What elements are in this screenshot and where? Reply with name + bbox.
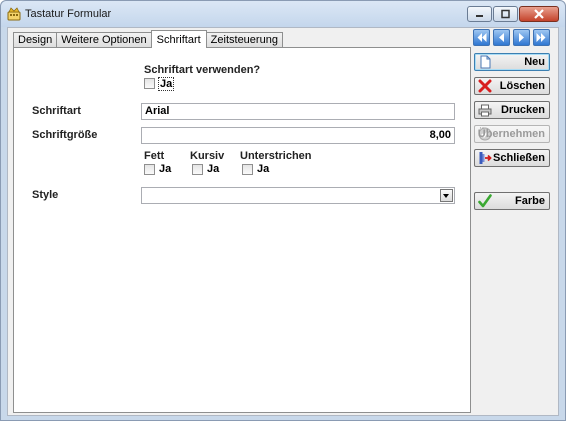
font-input[interactable]: Arial <box>141 103 455 120</box>
next-record-button[interactable] <box>513 29 530 46</box>
window-controls <box>466 6 559 22</box>
apply-button-label: Übernehmen <box>477 128 545 140</box>
color-button[interactable]: Farbe <box>474 192 550 210</box>
new-button-label: Neu <box>524 56 545 68</box>
printer-icon <box>478 104 492 117</box>
bold-check-label[interactable]: Ja <box>159 163 171 175</box>
print-button-label: Drucken <box>500 104 545 116</box>
last-record-button[interactable] <box>533 29 550 46</box>
apply-button[interactable]: Übernehmen <box>474 125 550 143</box>
app-window: Tastatur Formular Design Weitere Optione… <box>0 0 566 421</box>
previous-record-button[interactable] <box>493 29 510 46</box>
exit-door-icon <box>479 152 492 164</box>
style-select[interactable] <box>141 187 455 204</box>
next-record-icon <box>519 33 524 42</box>
close-icon <box>534 9 544 19</box>
print-button[interactable]: Drucken <box>474 101 550 119</box>
minimize-button[interactable] <box>467 6 492 22</box>
new-document-icon <box>480 55 491 69</box>
style-label: Style <box>32 189 59 201</box>
tab-panel: Schriftart verwenden? Ja Schriftart Aria… <box>13 47 471 413</box>
close-window-button[interactable] <box>519 6 559 22</box>
tab-schriftart[interactable]: Schriftart <box>150 30 207 48</box>
underline-check-label[interactable]: Ja <box>257 163 269 175</box>
first-record-button[interactable] <box>473 29 490 46</box>
minimize-icon <box>476 15 483 17</box>
italic-checkbox[interactable] <box>192 164 203 175</box>
font-label: Schriftart <box>32 105 81 117</box>
first-record-icon <box>477 33 487 42</box>
window-title: Tastatur Formular <box>25 8 112 20</box>
tab-design[interactable]: Design <box>13 32 58 47</box>
tab-zeitsteuerung[interactable]: Zeitsteuerung <box>205 32 283 47</box>
delete-button-label: Löschen <box>499 80 545 92</box>
close-form-button[interactable]: Schließen <box>474 149 550 167</box>
bold-checkbox[interactable] <box>144 164 155 175</box>
last-record-icon <box>536 33 546 42</box>
maximize-icon <box>501 9 510 19</box>
title-bar[interactable]: Tastatur Formular <box>1 1 565 27</box>
italic-check-label[interactable]: Ja <box>207 163 219 175</box>
chevron-down-icon[interactable] <box>440 189 453 202</box>
tab-strip: Design Weitere Optionen Schriftart Zeits… <box>13 30 283 48</box>
new-button[interactable]: Neu <box>474 53 550 71</box>
maximize-button[interactable] <box>493 6 518 22</box>
delete-button[interactable]: Löschen <box>474 77 550 95</box>
tab-weitere-optionen[interactable]: Weitere Optionen <box>56 32 152 47</box>
color-button-label: Farbe <box>515 195 545 207</box>
delete-x-icon <box>478 79 492 93</box>
underline-label: Unterstrichen <box>240 150 312 162</box>
checkmark-icon <box>478 194 492 208</box>
previous-record-icon <box>499 33 504 42</box>
record-navigation <box>473 29 553 46</box>
font-size-input[interactable]: 8,00 <box>141 127 455 144</box>
italic-label: Kursiv <box>190 150 225 162</box>
use-font-check-label[interactable]: Ja <box>158 77 175 91</box>
app-icon <box>7 7 21 21</box>
underline-checkbox[interactable] <box>242 164 253 175</box>
use-font-label: Schriftart verwenden? <box>144 64 261 76</box>
font-size-label: Schriftgröße <box>32 129 98 141</box>
use-font-checkbox[interactable] <box>144 78 155 89</box>
bold-label: Fett <box>144 150 165 162</box>
close-form-button-label: Schließen <box>493 152 545 164</box>
